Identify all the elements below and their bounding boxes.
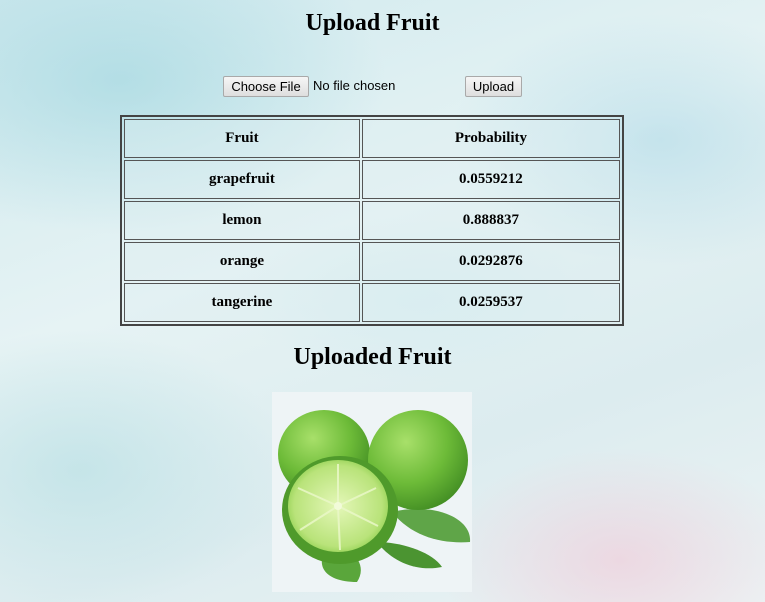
probability-cell: 0.0259537 (361, 283, 620, 322)
fruit-cell: lemon (124, 201, 360, 240)
table-row: orange 0.0292876 (124, 242, 620, 281)
table-row: lemon 0.888837 (124, 201, 620, 240)
probability-cell: 0.888837 (361, 201, 620, 240)
column-header-fruit: Fruit (124, 119, 360, 158)
probability-cell: 0.0559212 (361, 160, 620, 199)
upload-button[interactable]: Upload (465, 76, 522, 97)
file-status-text: No file chosen (313, 78, 396, 93)
fruit-cell: orange (124, 242, 360, 281)
table-row: grapefruit 0.0559212 (124, 160, 620, 199)
column-header-probability: Probability (361, 119, 620, 158)
table-header-row: Fruit Probability (124, 119, 620, 158)
choose-file-button[interactable]: Choose File (223, 76, 309, 97)
fruit-cell: grapefruit (124, 160, 360, 199)
limes-illustration (278, 410, 471, 582)
table-row: tangerine 0.0259537 (124, 283, 620, 322)
probability-table: Fruit Probability grapefruit 0.0559212 l… (120, 115, 624, 326)
fruit-cell: tangerine (124, 283, 360, 322)
uploaded-fruit-title: Uploaded Fruit (293, 344, 452, 370)
uploaded-fruit-image (272, 392, 472, 592)
page-title: Upload Fruit (305, 10, 440, 36)
probability-cell: 0.0292876 (361, 242, 620, 281)
